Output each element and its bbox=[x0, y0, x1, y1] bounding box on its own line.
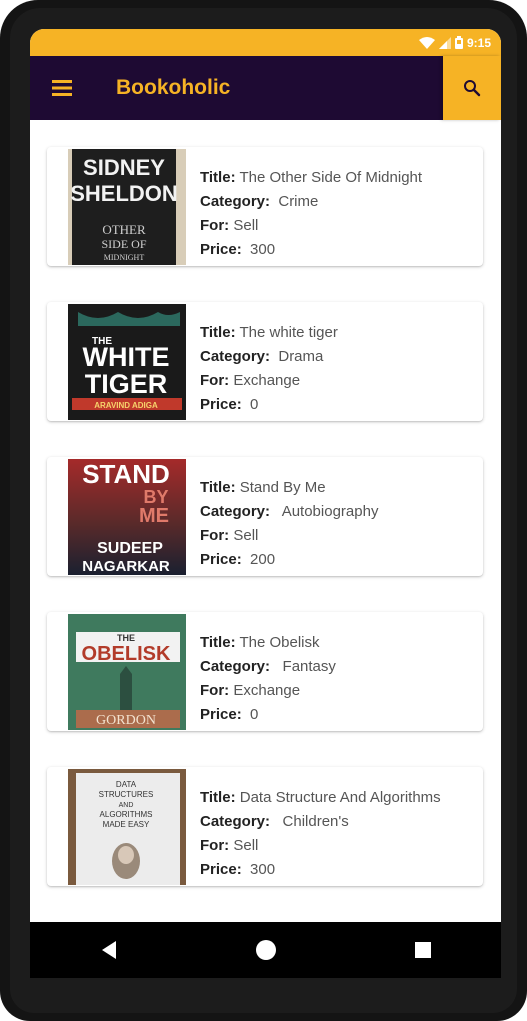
cover-line: MIDNIGHT bbox=[104, 253, 145, 262]
book-title: Stand By Me bbox=[239, 479, 326, 496]
title-label: Title: bbox=[200, 789, 236, 806]
cover-line: SIDE OF bbox=[101, 237, 146, 251]
book-category: Children's bbox=[282, 813, 349, 830]
app-screen: 9:15 Bookoholic SIDNEY SHELDON OTHER SID… bbox=[30, 29, 501, 922]
for-label: For: bbox=[200, 837, 230, 854]
cover-line: ME bbox=[139, 505, 169, 527]
for-label: For: bbox=[200, 217, 230, 234]
system-nav-bar bbox=[30, 922, 501, 978]
book-for: Exchange bbox=[233, 372, 301, 389]
book-for: Sell bbox=[233, 527, 259, 544]
book-title: The Other Side Of Midnight bbox=[239, 169, 423, 186]
price-label: Price: bbox=[200, 706, 242, 723]
book-category: Drama bbox=[278, 348, 324, 365]
price-label: Price: bbox=[200, 861, 242, 878]
book-price: 0 bbox=[250, 396, 259, 413]
for-label: For: bbox=[200, 527, 230, 544]
book-price: 0 bbox=[250, 706, 259, 723]
book-cover-image: THE OBELISK GORDON bbox=[68, 614, 186, 730]
wifi-icon bbox=[418, 36, 435, 49]
book-title: Data Structure And Algorithms bbox=[239, 789, 441, 806]
title-label: Title: bbox=[200, 479, 236, 496]
cover-line: WHITE bbox=[83, 342, 170, 372]
book-card[interactable]: THE WHITE TIGER ARAVIND ADIGA Title: The… bbox=[47, 302, 483, 421]
cover-line: SHELDON bbox=[70, 181, 178, 206]
book-info: Title: The Other Side Of Midnight Catego… bbox=[200, 166, 485, 262]
book-info: Title: The Obelisk Category: Fantasy For… bbox=[200, 631, 485, 727]
category-label: Category: bbox=[200, 813, 271, 830]
book-category: Fantasy bbox=[282, 658, 336, 675]
for-label: For: bbox=[200, 682, 230, 699]
title-label: Title: bbox=[200, 324, 236, 341]
cover-line: BY bbox=[143, 487, 168, 507]
back-icon bbox=[101, 941, 116, 959]
title-label: Title: bbox=[200, 634, 236, 651]
book-info: Title: The white tiger Category: Drama F… bbox=[200, 321, 485, 417]
cover-line: NAGARKAR bbox=[82, 558, 170, 575]
cover-line: DATA bbox=[116, 780, 137, 789]
price-label: Price: bbox=[200, 396, 242, 413]
cover-line: STAND bbox=[82, 459, 170, 489]
book-info: Title: Stand By Me Category: Autobiograp… bbox=[200, 476, 485, 572]
book-for: Exchange bbox=[233, 682, 301, 699]
book-card[interactable]: THE OBELISK GORDON Title: The Obelisk Ca… bbox=[47, 612, 483, 731]
search-icon bbox=[464, 80, 481, 97]
cover-line: ARAVIND ADIGA bbox=[94, 401, 158, 410]
book-card[interactable]: DATA STRUCTURES AND ALGORITHMS MADE EASY… bbox=[47, 767, 483, 886]
cover-line: TIGER bbox=[85, 369, 168, 399]
cover-line: GORDON bbox=[96, 713, 156, 728]
recents-icon bbox=[414, 942, 431, 958]
book-for: Sell bbox=[233, 217, 259, 234]
cover-line: THE bbox=[117, 633, 135, 643]
app-title: Bookoholic bbox=[116, 76, 231, 99]
cover-line: SIDNEY bbox=[83, 155, 165, 180]
category-label: Category: bbox=[200, 193, 271, 210]
price-label: Price: bbox=[200, 241, 242, 258]
cover-line: AND bbox=[119, 802, 134, 809]
book-cover-image: DATA STRUCTURES AND ALGORITHMS MADE EASY bbox=[68, 769, 186, 885]
title-label: Title: bbox=[200, 169, 236, 186]
book-price: 300 bbox=[250, 861, 276, 878]
book-cover-image: THE WHITE TIGER ARAVIND ADIGA bbox=[68, 304, 186, 420]
cover-line: ALGORITHMS bbox=[100, 810, 153, 819]
cover-line: MADE EASY bbox=[103, 820, 150, 829]
category-label: Category: bbox=[200, 658, 271, 675]
app-bar: Bookoholic bbox=[30, 56, 501, 120]
book-category: Autobiography bbox=[281, 503, 379, 520]
cover-line: SUDEEP bbox=[97, 540, 163, 557]
home-button[interactable] bbox=[246, 930, 286, 970]
status-bar: 9:15 bbox=[30, 29, 501, 56]
price-label: Price: bbox=[200, 551, 242, 568]
book-card[interactable]: SIDNEY SHELDON OTHER SIDE OF MIDNIGHT Ti… bbox=[47, 147, 483, 266]
book-cover-image: STAND BY ME SUDEEP NAGARKAR bbox=[68, 459, 186, 575]
for-label: For: bbox=[200, 372, 230, 389]
book-info: Title: Data Structure And Algorithms Cat… bbox=[200, 786, 485, 882]
book-category: Crime bbox=[278, 193, 319, 210]
book-card[interactable]: STAND BY ME SUDEEP NAGARKAR Title: Stand… bbox=[47, 457, 483, 576]
book-cover-image: SIDNEY SHELDON OTHER SIDE OF MIDNIGHT bbox=[68, 149, 186, 265]
menu-icon[interactable] bbox=[50, 79, 74, 97]
recents-button[interactable] bbox=[403, 930, 443, 970]
book-price: 200 bbox=[250, 551, 276, 568]
cover-line: OTHER bbox=[102, 222, 146, 237]
status-time: 9:15 bbox=[466, 35, 491, 50]
book-price: 300 bbox=[250, 241, 276, 258]
back-button[interactable] bbox=[89, 930, 129, 970]
battery-icon bbox=[454, 36, 463, 49]
cover-line: STRUCTURES bbox=[99, 790, 154, 799]
search-button[interactable] bbox=[443, 56, 501, 120]
category-label: Category: bbox=[200, 348, 271, 365]
signal-icon bbox=[438, 36, 451, 49]
cover-line: OBELISK bbox=[82, 643, 171, 665]
book-for: Sell bbox=[233, 837, 259, 854]
home-icon bbox=[255, 940, 276, 960]
book-title: The white tiger bbox=[239, 324, 338, 341]
category-label: Category: bbox=[200, 503, 271, 520]
book-title: The Obelisk bbox=[239, 634, 320, 651]
